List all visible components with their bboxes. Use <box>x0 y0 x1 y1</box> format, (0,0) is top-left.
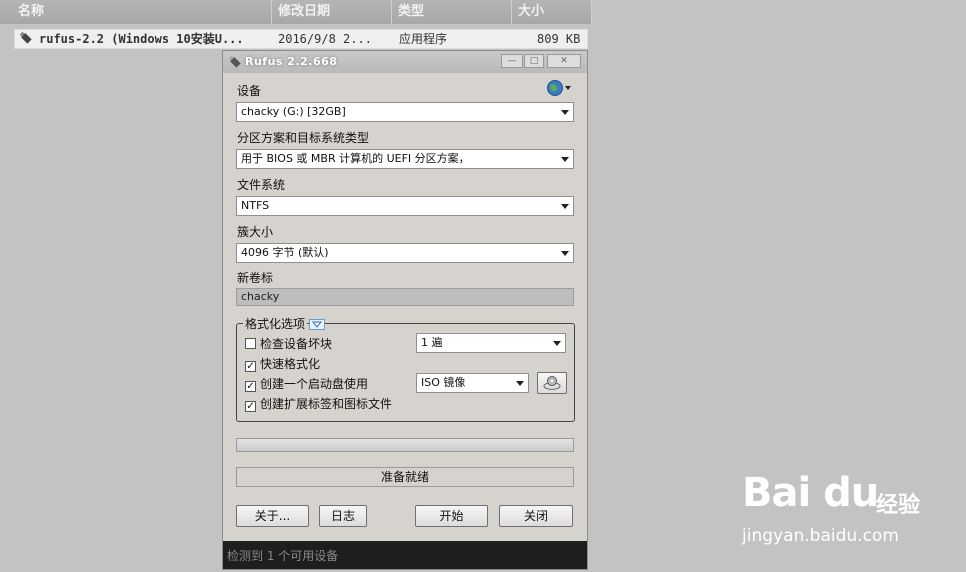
status-bar: 检测到 1 个可用设备 <box>223 541 587 569</box>
partition-select[interactable]: 用于 BIOS 或 MBR 计算机的 UEFI 分区方案， <box>236 149 574 169</box>
extended-label-label: 创建扩展标签和图标文件 <box>260 397 393 411</box>
column-size[interactable]: 大小 <box>512 0 592 24</box>
check-bad-blocks-checkbox[interactable]: 检查设备坏块 <box>245 337 332 351</box>
column-type[interactable]: 类型 <box>392 0 512 24</box>
about-button[interactable]: 关于... <box>236 505 309 527</box>
format-options-legend: 格式化选项 <box>243 315 308 332</box>
disc-drive-icon <box>543 376 561 394</box>
quick-format-label: 快速格式化 <box>260 357 321 371</box>
create-bootable-checkbox[interactable]: ✓ 创建一个启动盘使用 <box>245 377 369 392</box>
boot-type-select[interactable]: ISO 镜像 <box>416 373 529 393</box>
log-button[interactable]: 日志 <box>319 505 367 527</box>
dropdown-arrow-icon <box>561 110 569 115</box>
rufus-window: Rufus 2.2.668 — □ ✕ 设备 chacky (G:) [32GB… <box>222 50 588 570</box>
cluster-size-label: 簇大小 <box>237 225 274 239</box>
create-bootable-label: 创建一个启动盘使用 <box>260 377 369 391</box>
passes-select-value: 1 遍 <box>421 336 443 349</box>
language-globe-icon[interactable] <box>546 79 572 101</box>
device-label: 设备 <box>237 84 262 98</box>
checkbox-box <box>245 338 256 349</box>
dropdown-arrow-icon <box>553 341 561 346</box>
title-bar[interactable]: Rufus 2.2.668 — □ ✕ <box>223 51 587 73</box>
checkmark-icon: ✓ <box>245 401 256 412</box>
window-title: Rufus 2.2.668 <box>245 55 338 68</box>
dropdown-arrow-icon <box>561 204 569 209</box>
rufus-app-icon <box>227 54 243 74</box>
passes-select[interactable]: 1 遍 <box>416 333 566 353</box>
partition-label: 分区方案和目标系统类型 <box>237 131 370 145</box>
minimize-button[interactable]: — <box>501 54 523 68</box>
sort-arrow-icon: ^ <box>137 0 145 7</box>
close-button[interactable]: 关闭 <box>499 505 573 527</box>
volume-label-input[interactable]: chacky <box>236 288 574 306</box>
cluster-size-select-value: 4096 字节 (默认) <box>241 246 329 259</box>
maximize-button[interactable]: □ <box>524 54 544 68</box>
file-size: 809 KB <box>537 32 581 46</box>
dropdown-arrow-icon <box>561 157 569 162</box>
expand-toggle-icon[interactable] <box>309 319 325 330</box>
checkmark-icon: ✓ <box>245 361 256 372</box>
extended-label-checkbox[interactable]: ✓ 创建扩展标签和图标文件 <box>245 397 393 412</box>
file-list-header: 名称 ^ 修改日期 类型 大小 <box>0 0 592 24</box>
file-modified: 2016/9/8 2... <box>278 32 372 46</box>
usb-drive-icon <box>18 30 34 52</box>
start-button[interactable]: 开始 <box>415 505 488 527</box>
baidu-url: jingyan.baidu.com <box>742 526 899 546</box>
volume-label-caption: 新卷标 <box>237 271 274 285</box>
close-window-button[interactable]: ✕ <box>547 54 581 68</box>
status-text: 准备就绪 <box>236 467 574 487</box>
filesystem-select[interactable]: NTFS <box>236 196 574 216</box>
file-name: rufus-2.2 (Windows 10安装U... <box>39 32 244 46</box>
format-options-group: 格式化选项 检查设备坏块 1 遍 ✓ 快速格式化 ✓ 创建一个启动盘使用 ISO 镜… <box>236 315 575 422</box>
filesystem-label: 文件系统 <box>237 178 286 192</box>
baidu-jingyan-text: 经验 <box>876 493 921 518</box>
check-bad-blocks-label: 检查设备坏块 <box>260 337 333 351</box>
baidu-watermark: Bai du 经验 jingyan.baidu.com <box>742 470 920 546</box>
cluster-size-select[interactable]: 4096 字节 (默认) <box>236 243 574 263</box>
baidu-logo-text: Bai du <box>742 470 879 516</box>
dropdown-arrow-icon <box>561 251 569 256</box>
boot-type-select-value: ISO 镜像 <box>421 376 466 389</box>
file-row[interactable]: rufus-2.2 (Windows 10安装U... 2016/9/8 2..… <box>14 29 588 49</box>
device-select-value: chacky (G:) [32GB] <box>241 105 346 118</box>
partition-select-value: 用于 BIOS 或 MBR 计算机的 UEFI 分区方案， <box>241 152 470 165</box>
dropdown-arrow-icon <box>516 381 524 386</box>
select-iso-button[interactable] <box>537 372 567 394</box>
quick-format-checkbox[interactable]: ✓ 快速格式化 <box>245 357 321 372</box>
filesystem-select-value: NTFS <box>241 199 270 212</box>
column-modified[interactable]: 修改日期 <box>272 0 392 24</box>
checkmark-icon: ✓ <box>245 381 256 392</box>
file-type: 应用程序 <box>399 32 448 46</box>
device-select[interactable]: chacky (G:) [32GB] <box>236 102 574 122</box>
progress-bar <box>236 438 574 452</box>
